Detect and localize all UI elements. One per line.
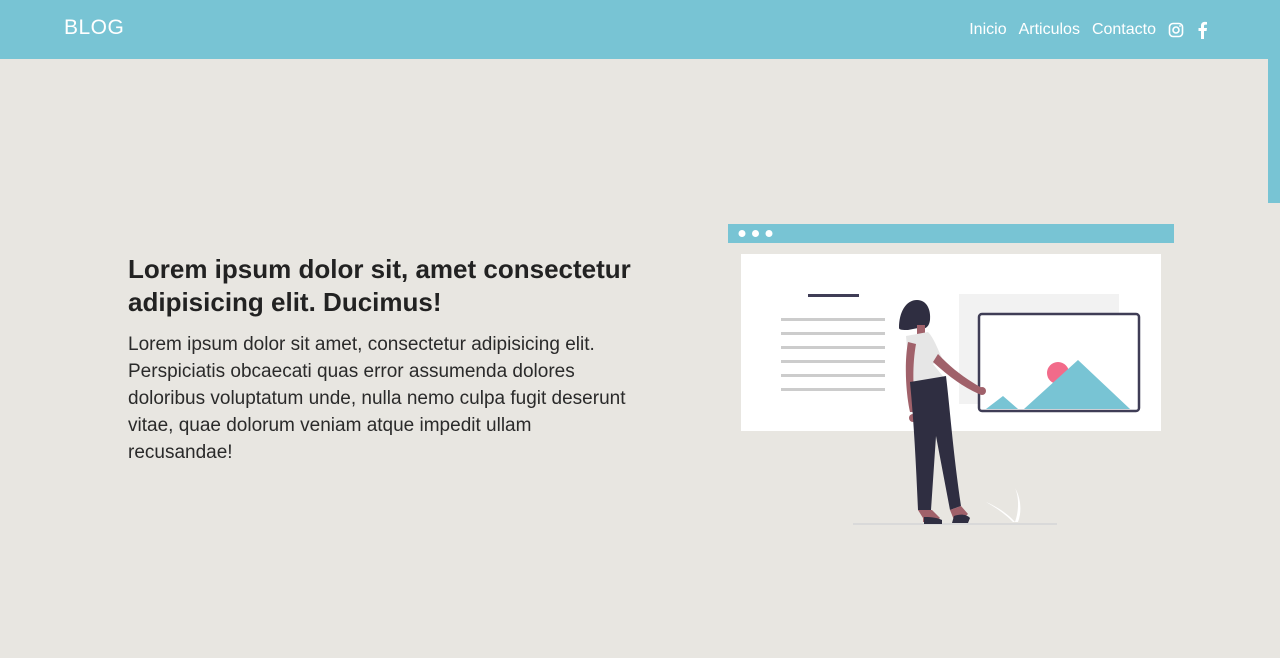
navbar: BLOG Inicio Articulos Contacto xyxy=(0,0,1280,59)
hero-body: Lorem ipsum dolor sit amet, consectetur … xyxy=(128,334,626,463)
hero-section: Lorem ipsum dolor sit, amet consectetur … xyxy=(128,253,633,466)
facebook-icon[interactable] xyxy=(1196,21,1208,39)
scrollbar-thumb[interactable] xyxy=(1268,59,1280,203)
hero-illustration xyxy=(728,224,1174,529)
browser-dot xyxy=(752,230,759,237)
nav-link-contacto[interactable]: Contacto xyxy=(1092,21,1156,39)
brand-logo-link[interactable]: BLOG xyxy=(64,16,124,40)
browser-dot xyxy=(765,230,773,237)
browser-bar xyxy=(728,224,1174,243)
nav-link-articulos[interactable]: Articulos xyxy=(1019,21,1080,39)
nav-links: Inicio Articulos Contacto xyxy=(969,0,1208,59)
nav-link-inicio[interactable]: Inicio xyxy=(969,21,1006,39)
hero-title: Lorem ipsum dolor sit, amet consectetur … xyxy=(128,254,631,317)
instagram-icon[interactable] xyxy=(1168,22,1184,38)
browser-dot xyxy=(738,230,746,237)
